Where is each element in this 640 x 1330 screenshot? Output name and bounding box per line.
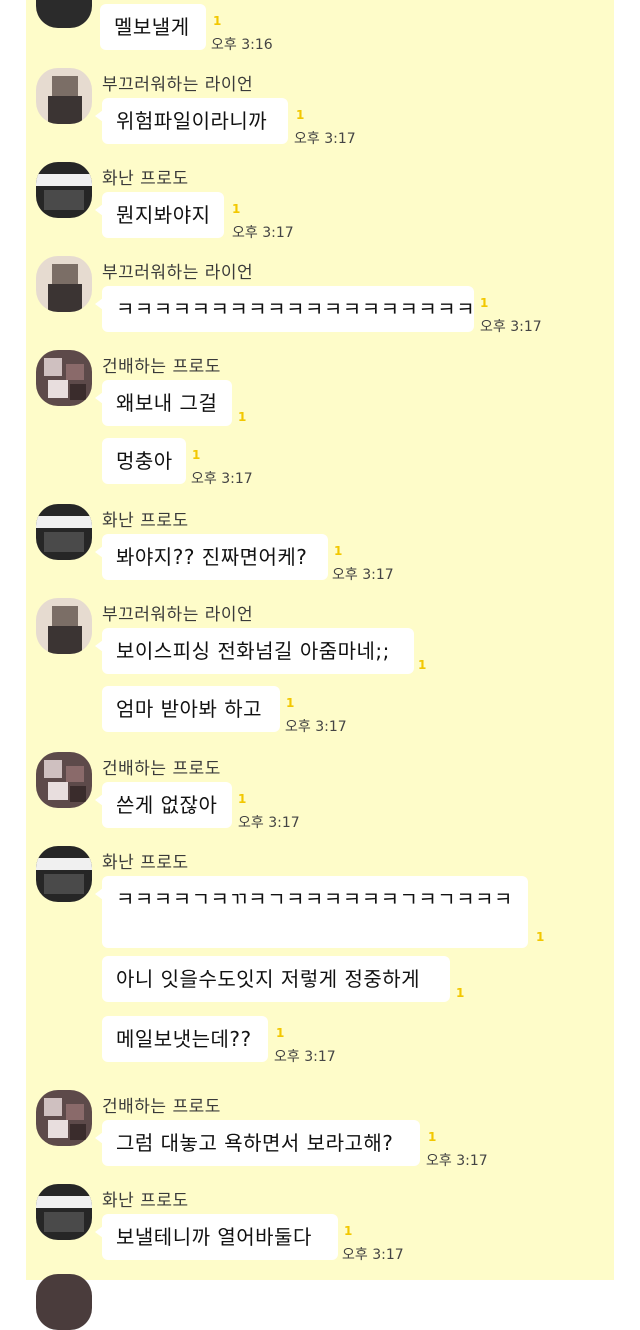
message-time: 오후 3:17	[426, 1153, 488, 1169]
message-time: 오후 3:17	[342, 1247, 404, 1263]
unread-count: 1	[213, 14, 222, 28]
avatar-frodo-cheers[interactable]	[36, 752, 92, 808]
message-bubble[interactable]: ㅋㅋㅋㅋㄱㅋㄲㅋㄱㅋㅋㅋㅋㅋㅋㄱㅋㄱㅋㅋㅋ	[95, 876, 528, 948]
sender-name: 부끄러워하는 라이언	[102, 263, 254, 283]
avatar-frodo-cheers[interactable]	[36, 1090, 92, 1146]
unread-count: 1	[428, 1130, 437, 1144]
sender-name: 화난 프로도	[102, 853, 189, 873]
message-bubble[interactable]: ㅋㅋㅋㅋㅋㅋㅋㅋㅋㅋㅋㅋㅋㅋㅋㅋㅋㅋㅋ	[95, 286, 475, 332]
unread-count: 1	[238, 792, 247, 806]
unread-count: 1	[480, 296, 489, 310]
chat-area[interactable]: 멜보낼게 1 오후 3:16 부끄러워하는 라이언 위험파일이라니까 1 오후 …	[26, 0, 614, 1330]
message-bubble[interactable]: 위험파일이라니까	[95, 98, 288, 144]
message-bubble[interactable]: 그럼 대놓고 욕하면서 보라고해?	[95, 1120, 420, 1166]
unread-count: 1	[286, 696, 295, 710]
sender-name: 화난 프로도	[102, 169, 189, 189]
unread-count: 1	[238, 410, 247, 424]
sender-name: 부끄러워하는 라이언	[102, 75, 254, 95]
message-time: 오후 3:17	[274, 1049, 336, 1065]
avatar-frodo-cheers[interactable]	[36, 350, 92, 406]
message-bubble[interactable]: 왜보내 그걸	[95, 380, 232, 426]
message-bubble[interactable]: 보낼테니까 열어바둘다	[95, 1214, 338, 1260]
sender-name: 건배하는 프로도	[102, 357, 221, 377]
message-bubble[interactable]: 엄마 받아봐 하고	[102, 686, 280, 732]
unread-count: 1	[536, 930, 545, 944]
avatar-lion-shy[interactable]	[36, 598, 92, 654]
message-bubble[interactable]: 멜보낼게	[100, 4, 206, 50]
message-bubble[interactable]: 봐야지?? 진짜면어케?	[95, 534, 328, 580]
sender-name: 건배하는 프로도	[102, 1097, 221, 1117]
message-time: 오후 3:17	[238, 815, 300, 831]
unread-count: 1	[192, 448, 201, 462]
message-time: 오후 3:17	[480, 319, 542, 335]
message-bubble[interactable]: 메일보냇는데??	[102, 1016, 268, 1062]
sender-name: 건배하는 프로도	[102, 759, 221, 779]
avatar-lion-shy[interactable]	[36, 68, 92, 124]
message-time: 오후 3:17	[191, 471, 253, 487]
message-time: 오후 3:16	[211, 37, 273, 53]
sender-name: 화난 프로도	[102, 511, 189, 531]
message-bubble[interactable]: 아니 잇을수도잇지 저렇게 정중하게	[102, 956, 450, 1002]
message-time: 오후 3:17	[285, 719, 347, 735]
message-time: 오후 3:17	[332, 567, 394, 583]
sender-name: 부끄러워하는 라이언	[102, 605, 254, 625]
message-time: 오후 3:17	[232, 225, 294, 241]
message-bubble[interactable]: 뭔지봐야지	[95, 192, 224, 238]
sender-name: 화난 프로도	[102, 1191, 189, 1211]
avatar-lion-shy[interactable]	[36, 256, 92, 312]
unread-count: 1	[334, 544, 343, 558]
avatar-frodo-angry[interactable]	[36, 0, 92, 28]
message-bubble[interactable]: 쓴게 없잖아	[95, 782, 232, 828]
unread-count: 1	[232, 202, 241, 216]
avatar-frodo-angry[interactable]	[36, 846, 92, 902]
unread-count: 1	[456, 986, 465, 1000]
avatar-frodo-angry[interactable]	[36, 162, 92, 218]
avatar-next[interactable]	[36, 1274, 92, 1330]
message-bubble[interactable]: 보이스피싱 전화넘길 아줌마네;;	[95, 628, 414, 674]
avatar-frodo-angry[interactable]	[36, 504, 92, 560]
unread-count: 1	[276, 1026, 285, 1040]
message-bubble[interactable]: 멍충아	[102, 438, 186, 484]
unread-count: 1	[418, 658, 427, 672]
unread-count: 1	[344, 1224, 353, 1238]
message-time: 오후 3:17	[294, 131, 356, 147]
avatar-frodo-angry[interactable]	[36, 1184, 92, 1240]
unread-count: 1	[296, 108, 305, 122]
